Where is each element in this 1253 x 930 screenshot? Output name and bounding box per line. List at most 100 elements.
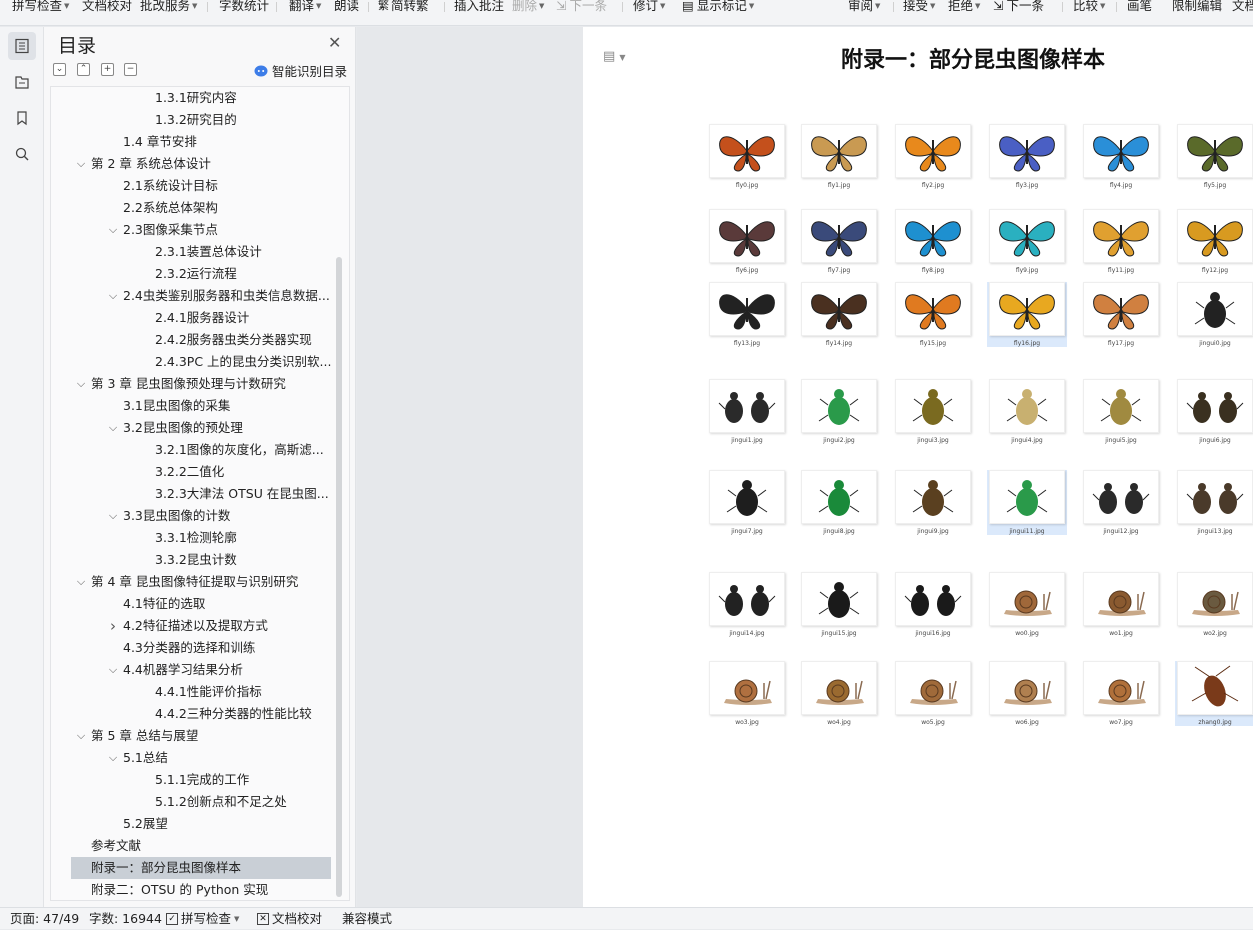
image-thumbnail[interactable]: jingui2.jpg (799, 379, 879, 444)
toc-item[interactable]: 4.3分类器的选择和训练 (51, 637, 336, 659)
toc-icon[interactable] (8, 32, 36, 60)
toc-item[interactable]: ⌵ 第 2 章 系统总体设计 (51, 153, 336, 175)
image-thumbnail[interactable]: wo5.jpg (893, 661, 973, 726)
simp-trad-button[interactable]: 繁简转繁 (378, 0, 429, 12)
toc-item[interactable]: 参考文献 (51, 835, 336, 857)
toc-item[interactable]: 1.3.2研究目的 (51, 109, 336, 131)
toc-item[interactable]: ⌵ 3.3昆虫图像的计数 (51, 505, 336, 527)
toc-item[interactable]: ⌵ 第 4 章 昆虫图像特征提取与识别研究 (51, 571, 336, 593)
image-thumbnail[interactable]: jingui12.jpg (1081, 470, 1161, 535)
restrict-edit-button[interactable]: 限制编辑 (1172, 0, 1222, 12)
chevron-down-icon[interactable]: ⌵ (107, 285, 119, 307)
toc-item[interactable]: ⌵ 第 5 章 总结与展望 (51, 725, 336, 747)
word-count[interactable]: 字数: 16944 (89, 908, 162, 930)
image-thumbnail[interactable]: wo4.jpg (799, 661, 879, 726)
chevron-down-icon[interactable]: ⌵ (107, 219, 119, 241)
toc-item[interactable]: 2.4.2服务器虫类分类器实现 (51, 329, 336, 351)
proof-status[interactable]: ✕ 文档校对 (257, 908, 322, 930)
image-thumbnail[interactable]: fly1.jpg (799, 124, 879, 189)
toc-item[interactable]: 3.3.2昆虫计数 (51, 549, 336, 571)
chapter-nav-icon[interactable] (8, 68, 36, 96)
image-thumbnail[interactable]: fly4.jpg (1081, 124, 1161, 189)
image-thumbnail[interactable]: fly9.jpg (987, 209, 1067, 274)
next-comment-button[interactable]: ⇲ 下一条 (556, 0, 607, 12)
image-thumbnail[interactable]: jingui11.jpg (987, 470, 1067, 535)
image-thumbnail[interactable]: jingui9.jpg (893, 470, 973, 535)
image-thumbnail[interactable]: jingui4.jpg (987, 379, 1067, 444)
chevron-down-icon[interactable]: ⌵ (75, 725, 87, 747)
word-count-button[interactable]: 字数统计 (219, 0, 269, 12)
image-thumbnail[interactable]: fly5.jpg (1175, 124, 1253, 189)
reject-button[interactable]: 拒绝 ▼ (948, 0, 980, 12)
toc-item[interactable]: 2.3.1装置总体设计 (51, 241, 336, 263)
image-thumbnail[interactable]: fly0.jpg (707, 124, 787, 189)
image-thumbnail[interactable]: wo2.jpg (1175, 572, 1253, 637)
toc-item[interactable]: ⌵ 2.4虫类鉴别服务器和虫类信息数据... (51, 285, 336, 307)
image-thumbnail[interactable]: jingui16.jpg (893, 572, 973, 637)
chevron-right-icon[interactable]: › (107, 615, 119, 637)
spell-check-button[interactable]: 拼写检查 ▼ (12, 0, 69, 12)
show-markup-button[interactable]: ▤ 显示标记 ▼ (682, 0, 754, 12)
toc-item[interactable]: 3.3.1检测轮廓 (51, 527, 336, 549)
image-thumbnail[interactable]: fly2.jpg (893, 124, 973, 189)
toc-item[interactable]: 附录一：部分昆虫图像样本 (71, 857, 331, 879)
image-thumbnail[interactable]: fly6.jpg (707, 209, 787, 274)
insert-comment-button[interactable]: 插入批注 (454, 0, 504, 12)
toc-item[interactable]: 2.3.2运行流程 (51, 263, 336, 285)
toc-item[interactable]: 2.4.3PC 上的昆虫分类识别软... (51, 351, 336, 373)
image-thumbnail[interactable]: jingui0.jpg (1175, 282, 1253, 347)
remove-heading-icon[interactable]: − (124, 63, 137, 76)
image-thumbnail[interactable]: fly8.jpg (893, 209, 973, 274)
spell-check-status[interactable]: ✓ 拼写检查 ▼ (166, 908, 239, 930)
image-thumbnail[interactable]: fly3.jpg (987, 124, 1067, 189)
toc-item[interactable]: 1.4 章节安排 (51, 131, 336, 153)
read-aloud-button[interactable]: 朗读 (334, 0, 359, 12)
image-thumbnail[interactable]: fly16.jpg (987, 282, 1067, 347)
toc-item[interactable]: 5.1.1完成的工作 (51, 769, 336, 791)
toc-item[interactable]: ⌵ 4.4机器学习结果分析 (51, 659, 336, 681)
chevron-down-icon[interactable]: ⌵ (75, 571, 87, 593)
image-thumbnail[interactable]: wo6.jpg (987, 661, 1067, 726)
toc-item[interactable]: 附录二：OTSU 的 Python 实现 (51, 879, 336, 900)
compare-button[interactable]: 比较 ▼ (1073, 0, 1105, 12)
image-thumbnail[interactable]: jingui7.jpg (707, 470, 787, 535)
track-changes-button[interactable]: 修订 ▼ (633, 0, 665, 12)
doc-button[interactable]: 文档 (1232, 0, 1253, 12)
image-thumbnail[interactable]: wo0.jpg (987, 572, 1067, 637)
accept-button[interactable]: 接受 ▼ (903, 0, 935, 12)
chevron-down-icon[interactable]: ⌵ (107, 747, 119, 769)
image-thumbnail[interactable]: fly7.jpg (799, 209, 879, 274)
image-thumbnail[interactable]: jingui13.jpg (1175, 470, 1253, 535)
add-heading-icon[interactable]: + (101, 63, 114, 76)
image-thumbnail[interactable]: jingui5.jpg (1081, 379, 1161, 444)
toc-item[interactable]: 5.2展望 (51, 813, 336, 835)
toc-item[interactable]: 4.1特征的选取 (51, 593, 336, 615)
doc-proof-button[interactable]: 文档校对 (82, 0, 132, 12)
toc-item[interactable]: ⌵ 第 3 章 昆虫图像预处理与计数研究 (51, 373, 336, 395)
image-thumbnail[interactable]: wo1.jpg (1081, 572, 1161, 637)
toc-item[interactable]: 5.1.2创新点和不足之处 (51, 791, 336, 813)
image-thumbnail[interactable]: fly15.jpg (893, 282, 973, 347)
search-icon[interactable] (8, 140, 36, 168)
image-thumbnail[interactable]: fly13.jpg (707, 282, 787, 347)
chevron-down-icon[interactable]: ⌵ (107, 417, 119, 439)
chevron-down-icon[interactable]: ⌵ (75, 373, 87, 395)
chevron-down-icon[interactable]: ⌵ (107, 659, 119, 681)
correction-service-button[interactable]: 批改服务 ▼ (140, 0, 197, 12)
next-change-button[interactable]: ⇲ 下一条 (993, 0, 1044, 12)
toc-item[interactable]: › 4.2特征描述以及提取方式 (51, 615, 336, 637)
collapse-all-icon[interactable]: ⌃ (77, 63, 90, 76)
toc-item[interactable]: ⌵ 5.1总结 (51, 747, 336, 769)
close-icon[interactable]: ✕ (328, 33, 341, 52)
translate-button[interactable]: 翻译 ▼ (289, 0, 321, 12)
image-thumbnail[interactable]: wo7.jpg (1081, 661, 1161, 726)
image-thumbnail[interactable]: jingui8.jpg (799, 470, 879, 535)
toc-item[interactable]: ⌵ 2.3图像采集节点 (51, 219, 336, 241)
page-indicator[interactable]: 页面: 47/49 (10, 908, 79, 930)
image-thumbnail[interactable]: zhang0.jpg (1175, 661, 1253, 726)
chevron-down-icon[interactable]: ⌵ (75, 153, 87, 175)
toc-item[interactable]: 1.3.1研究内容 (51, 87, 336, 109)
toc-item[interactable]: 2.1系统设计目标 (51, 175, 336, 197)
toc-item[interactable]: 3.2.2二值化 (51, 461, 336, 483)
image-thumbnail[interactable]: fly17.jpg (1081, 282, 1161, 347)
